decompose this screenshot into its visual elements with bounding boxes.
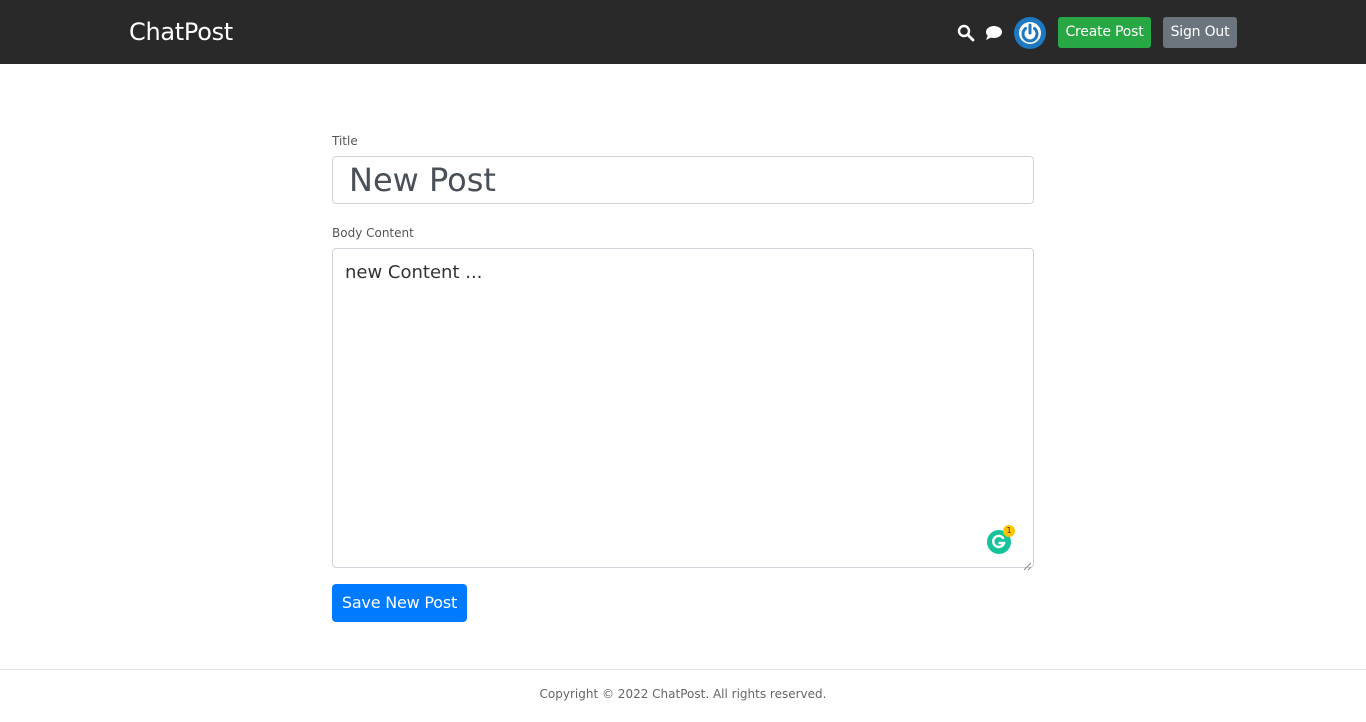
search-icon[interactable]	[957, 24, 975, 42]
chat-icon[interactable]	[985, 25, 1003, 41]
power-icon[interactable]	[1014, 17, 1046, 49]
brand-logo[interactable]: ChatPost	[129, 16, 233, 48]
resize-handle-icon[interactable]	[1022, 556, 1032, 571]
grammarly-badge: 1	[1003, 525, 1015, 537]
footer-divider	[0, 669, 1366, 670]
title-input[interactable]: New Post	[332, 156, 1034, 204]
body-content-label: Body Content	[332, 226, 414, 240]
create-post-button[interactable]: Create Post	[1058, 17, 1151, 48]
title-label: Title	[332, 134, 358, 148]
save-new-post-button[interactable]: Save New Post	[332, 584, 467, 622]
footer-copyright: Copyright © 2022 ChatPost. All rights re…	[539, 687, 827, 701]
body-content-textarea[interactable]: new Content ...	[332, 248, 1034, 568]
top-navbar: ChatPost Create Post Sign Out	[0, 0, 1366, 64]
sign-out-button[interactable]: Sign Out	[1163, 17, 1237, 48]
